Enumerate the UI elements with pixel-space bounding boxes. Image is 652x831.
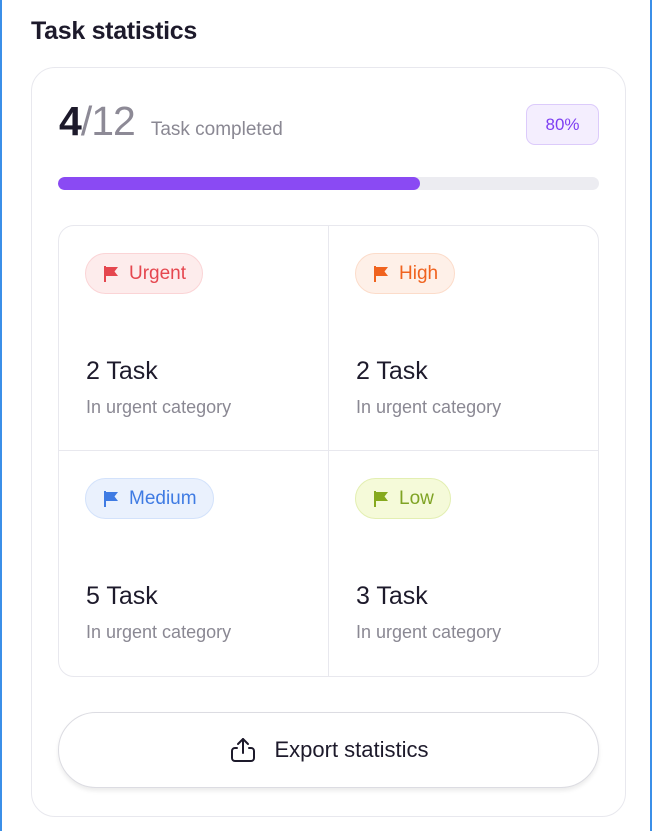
category-subtitle: In urgent category — [356, 397, 502, 417]
priority-label: Low — [399, 487, 434, 509]
priority-label: Medium — [129, 487, 197, 509]
flag-icon — [372, 265, 390, 283]
percent-badge: 80% — [526, 104, 599, 145]
task-count: 2 Task — [86, 357, 158, 385]
progress-bar — [58, 177, 599, 190]
flag-icon — [372, 490, 390, 508]
category-card-urgent: Urgent 2 Task In urgent category — [59, 226, 329, 451]
priority-pill-urgent: Urgent — [85, 253, 204, 294]
export-label: Export statistics — [274, 737, 429, 762]
task-count: 2 Task — [356, 357, 428, 385]
flag-icon — [102, 265, 120, 283]
completed-count: 4 — [59, 98, 82, 144]
flag-icon — [102, 490, 120, 508]
priority-pill-medium: Medium — [85, 478, 214, 519]
category-subtitle: In urgent category — [86, 397, 232, 417]
priority-pill-high: High — [355, 253, 456, 294]
category-card-high: High 2 Task In urgent category — [329, 226, 598, 451]
completed-label: Task completed — [150, 119, 283, 140]
category-grid: Urgent 2 Task In urgent category High 2 … — [58, 225, 599, 677]
category-subtitle: In urgent category — [86, 622, 232, 642]
section-title: Task statistics — [31, 17, 197, 45]
category-card-low: Low 3 Task In urgent category — [329, 451, 598, 676]
priority-pill-low: Low — [355, 478, 451, 519]
priority-label: Urgent — [129, 262, 187, 284]
priority-label: High — [399, 262, 439, 284]
category-card-medium: Medium 5 Task In urgent category — [59, 451, 329, 676]
task-count: 5 Task — [86, 582, 158, 610]
category-subtitle: In urgent category — [356, 622, 502, 642]
progress-fill — [58, 177, 421, 190]
upload-icon — [228, 735, 258, 765]
task-count: 3 Task — [356, 582, 428, 610]
panel-frame: Task statistics 4 /12 Task completed 80%… — [0, 0, 652, 831]
task-stats-card: 4 /12 Task completed 80% Urgent 2 Task I… — [31, 67, 626, 817]
export-statistics-button[interactable]: Export statistics — [58, 712, 599, 788]
completion-summary: 4 /12 Task completed — [59, 98, 283, 145]
total-count: /12 — [80, 98, 136, 144]
